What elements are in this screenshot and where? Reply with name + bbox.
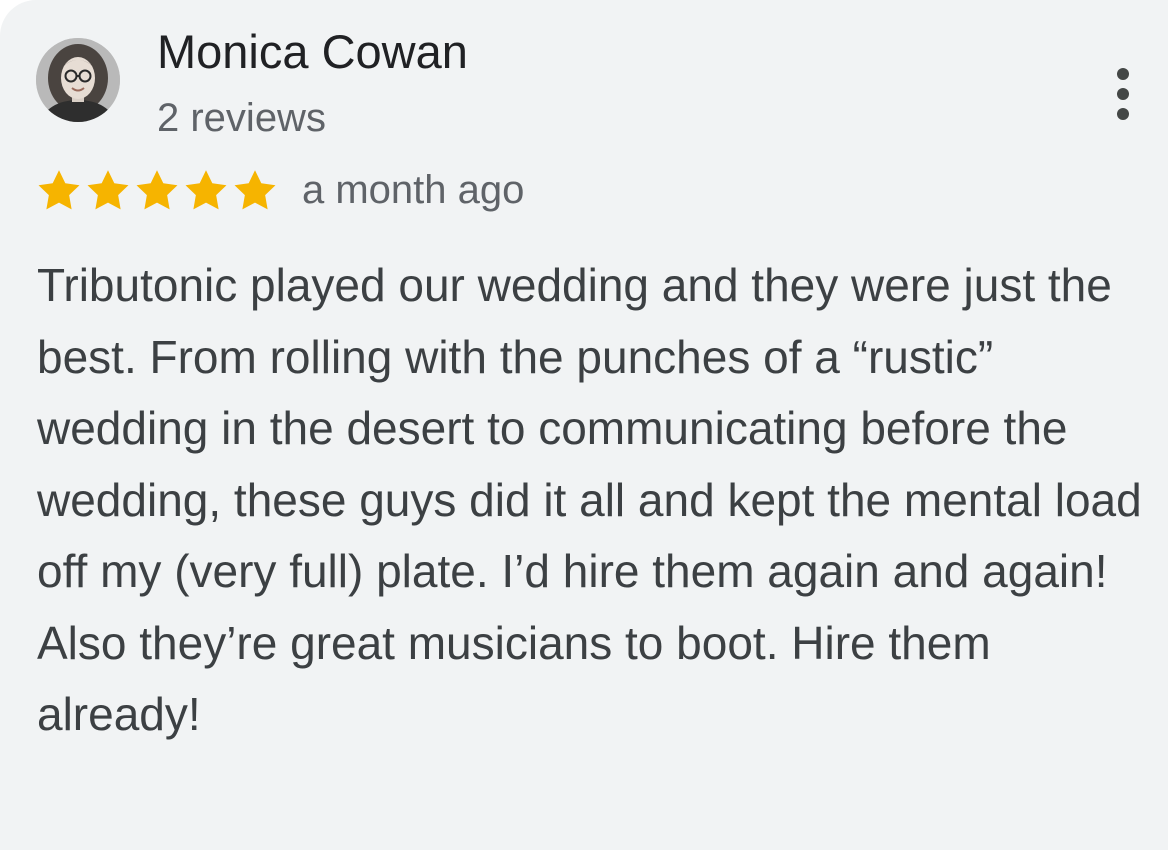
more-options-button[interactable] [1100, 60, 1146, 128]
star-rating [36, 168, 278, 212]
star-icon [36, 168, 82, 212]
more-vert-icon-dot [1117, 68, 1129, 80]
avatar[interactable] [36, 38, 120, 122]
star-icon [85, 168, 131, 212]
more-vert-icon-dot [1117, 88, 1129, 100]
rating-row: a month ago [36, 166, 524, 214]
more-vert-icon-dot [1117, 108, 1129, 120]
author-name[interactable]: Monica Cowan [157, 24, 468, 80]
review-card: Monica Cowan 2 reviews a month ago Tribu… [0, 0, 1168, 850]
avatar-icon [36, 38, 120, 122]
star-icon [183, 168, 229, 212]
star-icon [134, 168, 180, 212]
star-icon [232, 168, 278, 212]
review-count[interactable]: 2 reviews [157, 94, 326, 142]
review-text: Tributonic played our wedding and they w… [37, 259, 1142, 740]
review-date: a month ago [302, 168, 525, 212]
